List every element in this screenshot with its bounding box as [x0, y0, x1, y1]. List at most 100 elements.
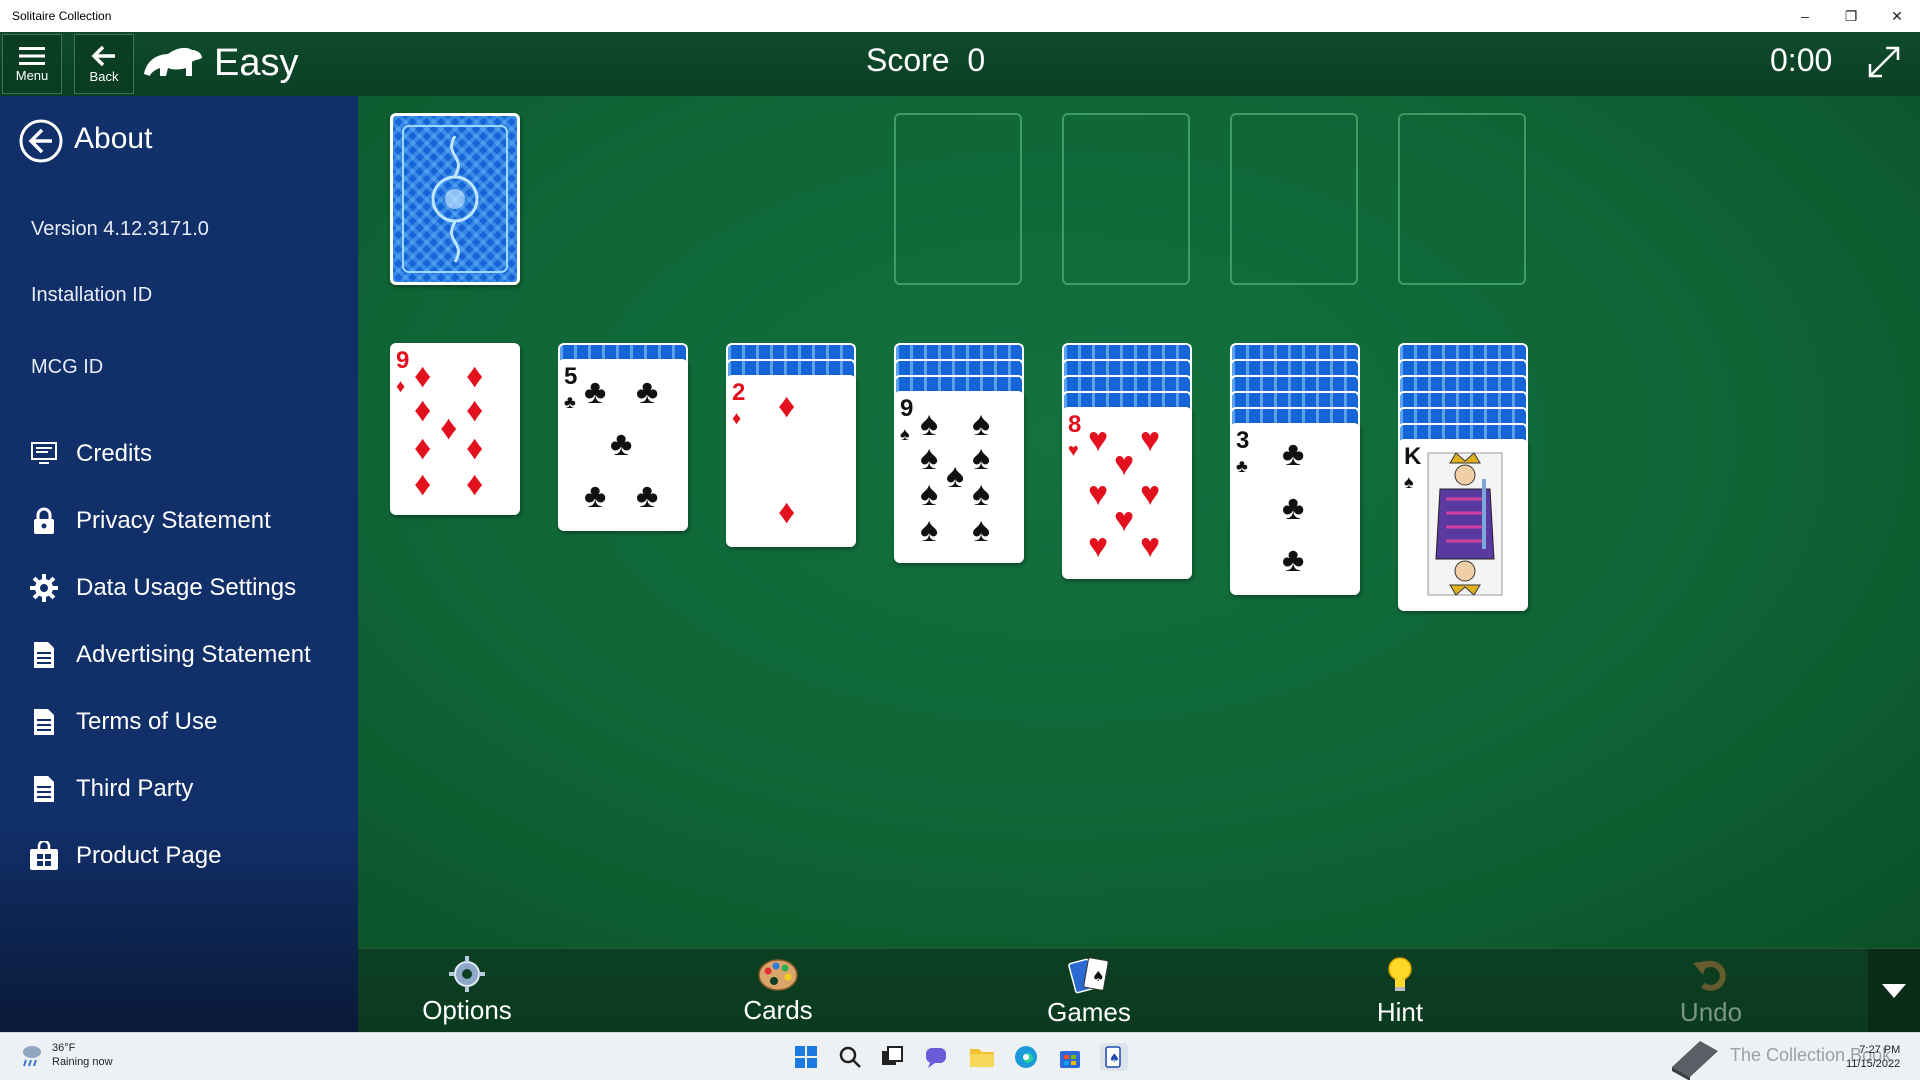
games-label: Games: [1047, 997, 1131, 1027]
heart-icon: ♥: [1140, 475, 1161, 513]
file-explorer-icon[interactable]: [968, 1043, 996, 1071]
diamond-icon: ♦: [466, 465, 484, 503]
palette-icon: [758, 959, 798, 991]
version-text: Version 4.12.3171.0: [31, 218, 209, 240]
system-clock[interactable]: 7:27 PM 11/15/2022: [1846, 1043, 1900, 1071]
document-icon: [34, 642, 54, 668]
task-view-icon[interactable]: [878, 1043, 906, 1071]
menu-button[interactable]: Menu: [2, 34, 62, 94]
card-3-clubs[interactable]: 3 ♣ ♣ ♣ ♣: [1230, 423, 1360, 595]
foundation-slot[interactable]: [894, 113, 1022, 285]
card-rank: 2: [732, 379, 746, 406]
card-rank: K: [1404, 443, 1422, 470]
diamond-icon: ♦: [414, 391, 432, 429]
club-icon: ♣: [584, 477, 607, 515]
foundation-slot[interactable]: [1062, 113, 1190, 285]
svg-text:♠: ♠: [1109, 1051, 1120, 1065]
gear-icon: [449, 956, 485, 992]
king-face-icon: [1427, 452, 1503, 596]
card-2-diamonds[interactable]: 2 ♦ ♦ ♦: [726, 375, 856, 547]
heart-icon: ♥: [1088, 527, 1109, 565]
card-suit: ♥: [1068, 440, 1079, 460]
club-icon: ♣: [610, 425, 633, 463]
store-icon: [30, 841, 58, 870]
spade-icon: ♠: [946, 457, 965, 495]
card-9-diamonds[interactable]: 9 ♦ ♦ ♦ ♦ ♦ ♦ ♦ ♦ ♦ ♦: [390, 343, 520, 515]
window-title: Solitaire Collection: [12, 9, 112, 23]
sidebar-item-third-party[interactable]: Third Party: [26, 769, 193, 809]
store-icon[interactable]: [1056, 1043, 1084, 1071]
card-king-spades[interactable]: K ♠: [1398, 439, 1528, 611]
club-icon: ♣: [1282, 435, 1305, 473]
fullscreen-icon[interactable]: [1866, 44, 1902, 80]
foundation-slot[interactable]: [1230, 113, 1358, 285]
heart-icon: ♥: [1088, 475, 1109, 513]
card-5-clubs[interactable]: 5 ♣ ♣ ♣ ♣ ♣ ♣: [558, 359, 688, 531]
weather-condition: Raining now: [52, 1056, 113, 1068]
caret-down-icon: [1882, 984, 1906, 998]
heart-icon: ♥: [1114, 501, 1135, 539]
card-suit: ♣: [564, 392, 576, 412]
sidebar-item-label: Credits: [76, 440, 153, 467]
undo-button[interactable]: Undo: [1636, 955, 1786, 1028]
clock-date: 11/15/2022: [1846, 1058, 1901, 1070]
sidebar-item-product-page[interactable]: Product Page: [26, 836, 221, 876]
games-button[interactable]: ♠ Games: [1014, 955, 1164, 1028]
weather-widget[interactable]: 36°F Raining now: [18, 1041, 113, 1069]
undo-label: Undo: [1679, 997, 1743, 1027]
windows-start-icon[interactable]: [792, 1043, 820, 1071]
sidebar-item-privacy[interactable]: Privacy Statement: [26, 501, 271, 541]
svg-text:♠: ♠: [1092, 969, 1105, 985]
options-button[interactable]: Options: [392, 955, 542, 1026]
hamburger-icon: [19, 46, 45, 65]
stock-pile[interactable]: [390, 113, 520, 285]
book-icon: [1672, 1041, 1718, 1080]
sidebar-item-credits[interactable]: Credits: [26, 434, 152, 474]
undo-arrow-icon: [1693, 960, 1726, 991]
card-suit: ♦: [396, 376, 406, 396]
card-9-spades[interactable]: 9 ♠ ♠ ♠ ♠ ♠ ♠ ♠ ♠ ♠ ♠: [894, 391, 1024, 563]
foundation-slot[interactable]: [1398, 113, 1526, 285]
restore-button[interactable]: ❐: [1828, 0, 1874, 32]
circle-back-icon[interactable]: [18, 118, 64, 164]
sidebar-item-label: Third Party: [76, 775, 194, 802]
sidebar-item-advertising[interactable]: Advertising Statement: [26, 635, 311, 675]
lock-icon: [34, 507, 54, 534]
diamond-icon: ♦: [778, 387, 796, 425]
club-icon: ♣: [1282, 489, 1305, 527]
edge-browser-icon[interactable]: [1012, 1043, 1040, 1071]
spade-icon: ♠: [920, 405, 939, 443]
sidebar-item-label: Terms of Use: [76, 708, 218, 735]
polar-bear-icon: [144, 47, 202, 76]
card-8-hearts[interactable]: 8 ♥ ♥ ♥ ♥ ♥ ♥ ♥ ♥ ♥: [1062, 407, 1192, 579]
rain-cloud-icon: [23, 1046, 41, 1067]
score-display: Score 0: [866, 42, 985, 79]
score-value: 0: [967, 42, 986, 78]
sidebar-item-data-usage[interactable]: Data Usage Settings: [26, 568, 296, 608]
diamond-icon: ♦: [414, 429, 432, 467]
heart-icon: ♥: [1088, 421, 1109, 459]
expand-toolbar-button[interactable]: [1868, 949, 1920, 1033]
diamond-icon: ♦: [466, 429, 484, 467]
chat-icon[interactable]: [922, 1043, 950, 1071]
card-suit: ♦: [732, 408, 742, 428]
solitaire-app-icon[interactable]: ♠: [1100, 1043, 1128, 1071]
back-button[interactable]: Back: [74, 34, 134, 94]
hint-label: Hint: [1376, 997, 1424, 1027]
minimize-button[interactable]: –: [1782, 0, 1828, 32]
diamond-icon: ♦: [466, 391, 484, 429]
search-icon[interactable]: [836, 1043, 864, 1071]
club-icon: ♣: [636, 477, 659, 515]
diamond-icon: ♦: [466, 357, 484, 395]
spade-icon: ♠: [972, 475, 991, 513]
score-label: Score: [866, 42, 950, 78]
sidebar-item-terms[interactable]: Terms of Use: [26, 702, 217, 742]
card-suit: ♠: [900, 424, 910, 444]
windows-taskbar: 36°F Raining now ♠ The Collection Book 7…: [0, 1032, 1920, 1080]
cards-button[interactable]: Cards: [703, 955, 853, 1026]
menu-label: Menu: [15, 67, 49, 83]
card-rank: 3: [1236, 427, 1250, 454]
hint-button[interactable]: Hint: [1325, 955, 1475, 1028]
close-button[interactable]: ✕: [1874, 0, 1920, 32]
sidebar-item-label: Product Page: [76, 842, 222, 869]
